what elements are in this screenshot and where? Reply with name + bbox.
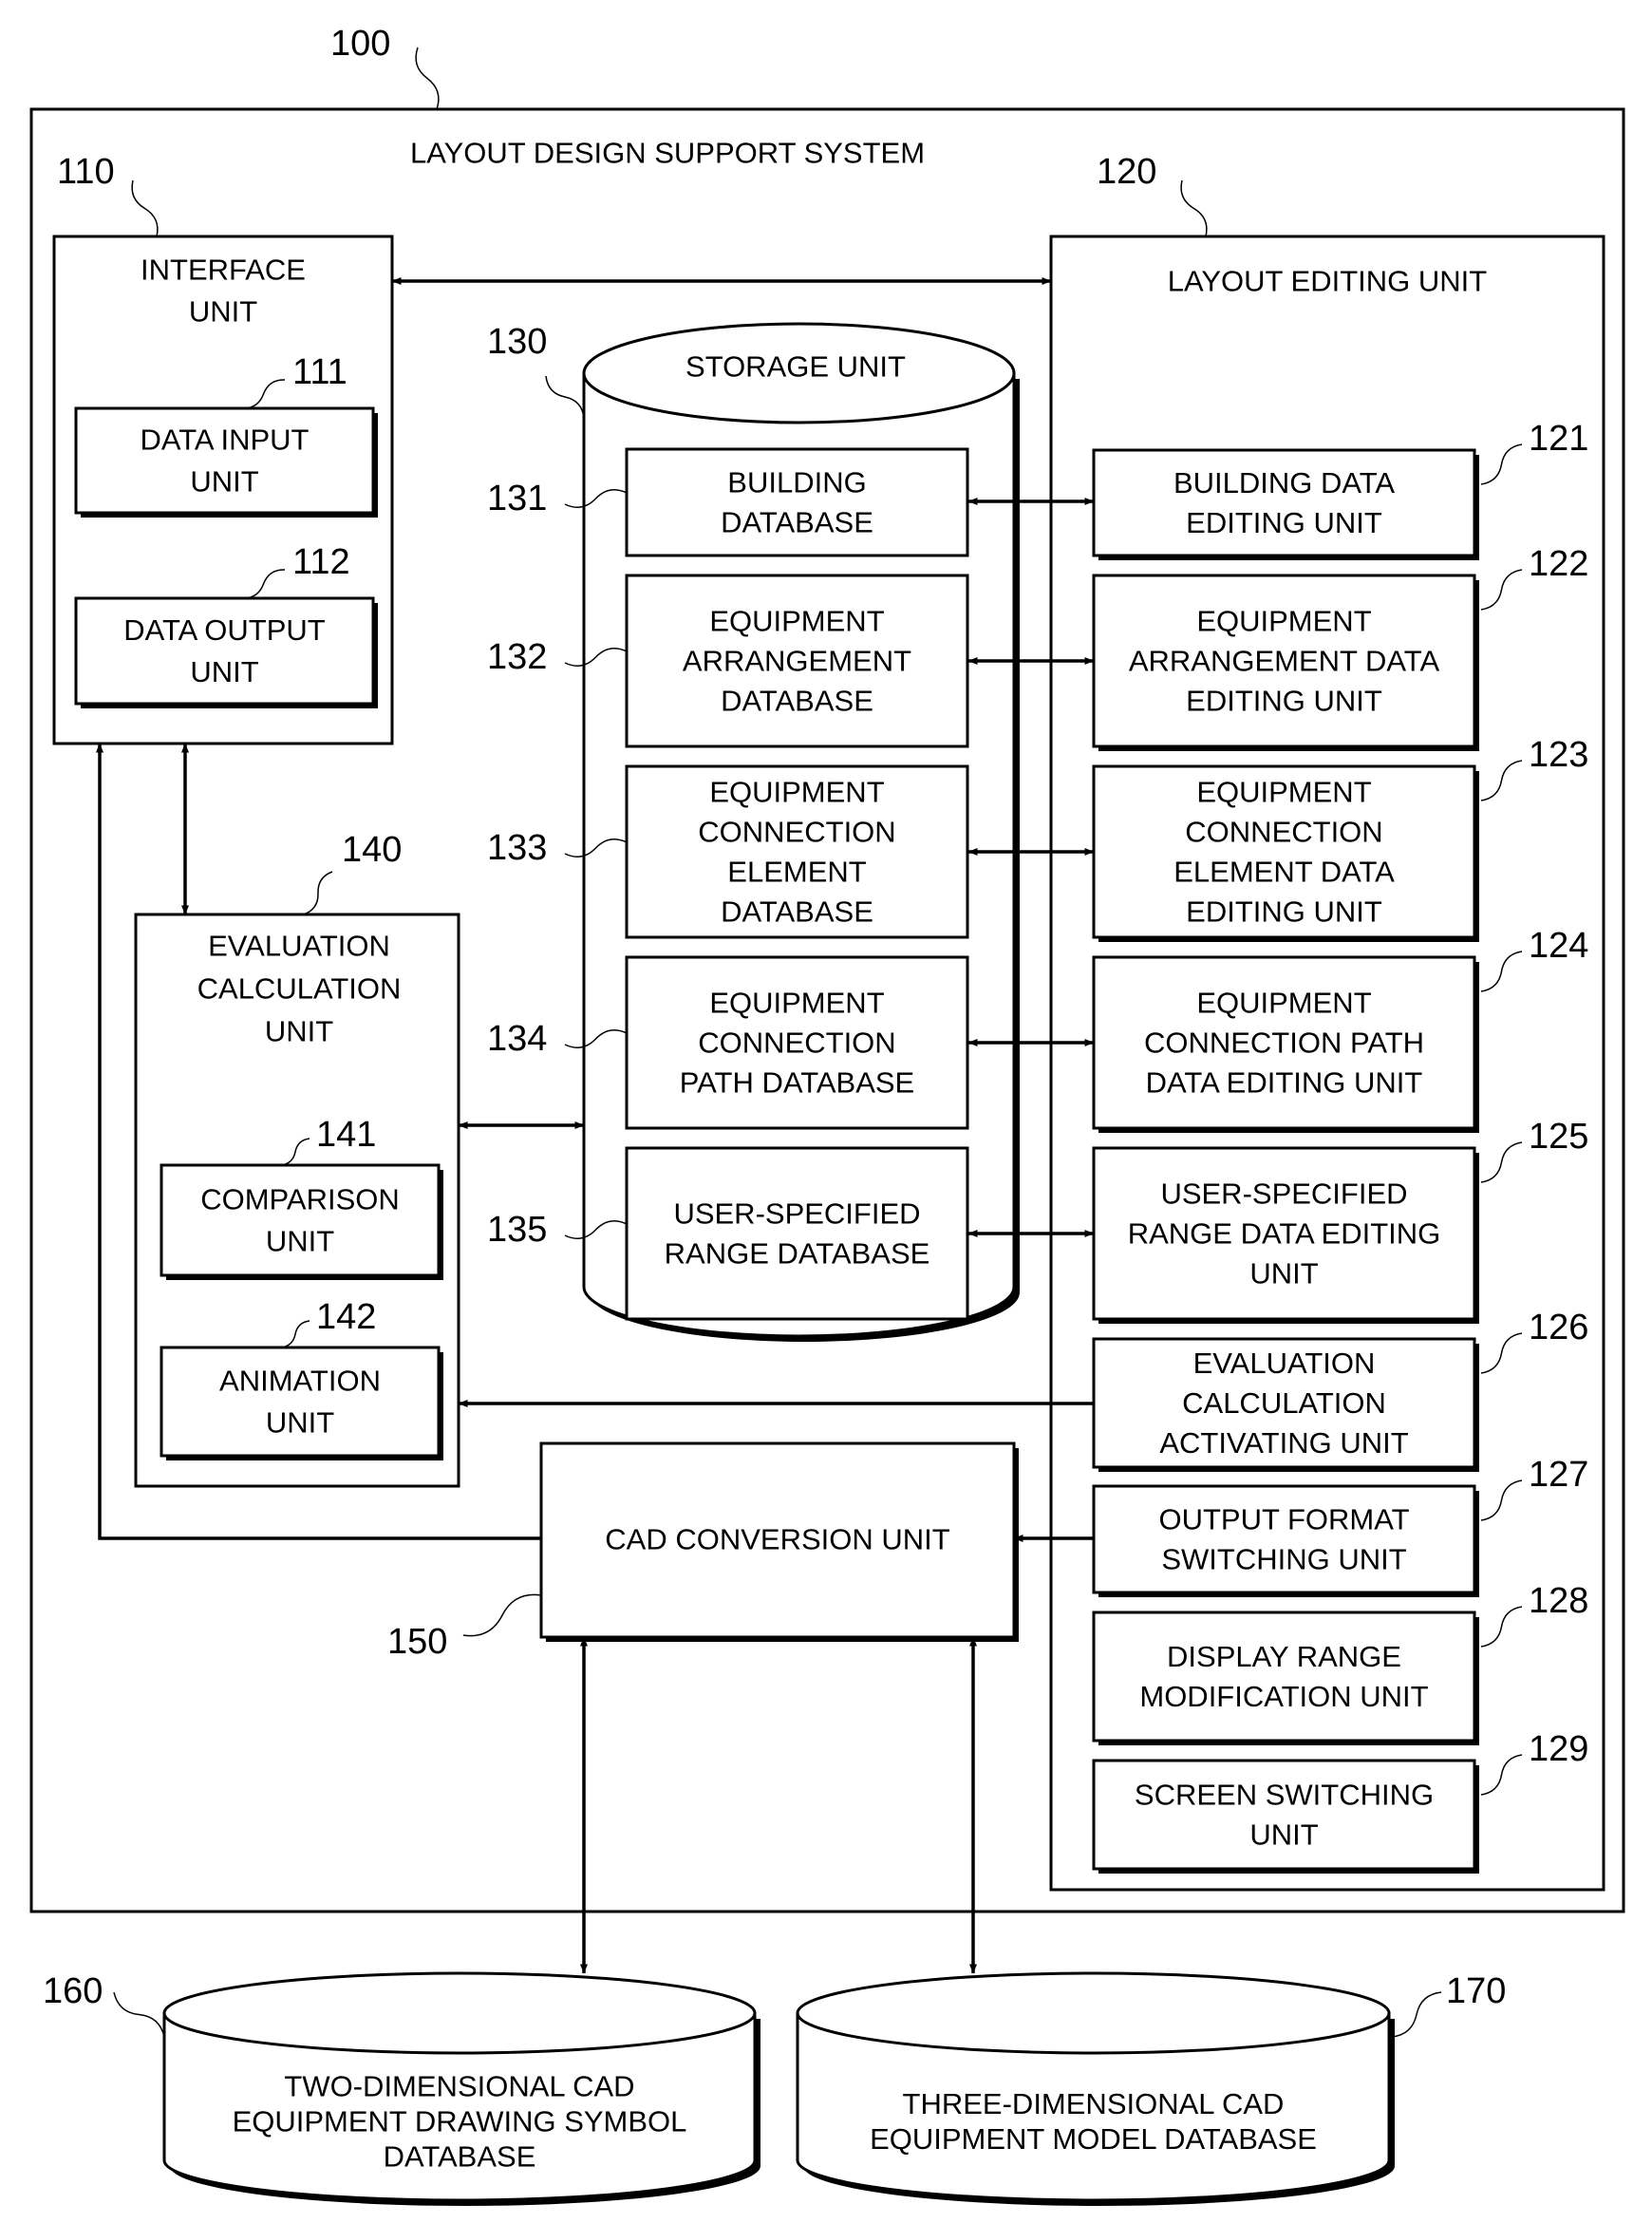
sub-unit-label: RANGE DATA EDITING [1128,1217,1441,1251]
sub-unit-label: EDITING UNIT [1186,685,1382,718]
sub-unit-label: BUILDING [727,466,866,499]
sub-unit-label: USER-SPECIFIED [1160,1177,1407,1211]
sub-unit-label: EDITING UNIT [1186,506,1382,539]
sub-unit-label: UNIT [266,1225,334,1258]
leader-line [113,1991,165,2038]
sub-unit-label: EQUIPMENT [1196,776,1371,809]
sub-unit-label: RANGE DATABASE [665,1237,930,1271]
interface-unit-title: UNIT [189,295,257,329]
database-label: DATABASE [384,2140,536,2174]
cylinder-top [796,1971,1391,2055]
sub-unit-label: CONNECTION PATH [1144,1027,1424,1060]
box-outline [625,1146,969,1321]
database-label: TWO-DIMENSIONAL CAD [284,2070,634,2103]
sub-unit-label: ARRANGEMENT [683,645,911,678]
box-outline [1092,1611,1476,1743]
sub-unit-label: UNIT [1249,1257,1318,1290]
sub-unit-label: SCREEN SWITCHING [1135,1779,1434,1812]
reference-numeral: 112 [292,542,350,582]
sub-unit-label: ANIMATION [219,1365,381,1398]
sub-unit-label: CONNECTION [1185,816,1382,849]
sub-unit-label: UNIT [190,465,258,499]
reference-numeral: 150 [387,1622,447,1662]
reference-numeral: 170 [1446,1971,1506,2011]
system-title: LAYOUT DESIGN SUPPORT SYSTEM [410,137,925,170]
reference-numeral: 125 [1529,1117,1588,1157]
sub-unit-label: EQUIPMENT [1196,605,1371,638]
leader-line [415,47,440,110]
reference-numeral: 100 [330,24,390,64]
reference-numeral: 111 [292,352,347,392]
reference-numeral: 129 [1529,1729,1588,1769]
reference-numeral: 133 [487,828,547,868]
reference-numeral: 127 [1529,1455,1588,1495]
box-outline [160,1163,441,1277]
reference-numeral: 110 [57,152,115,192]
database-label: EQUIPMENT DRAWING SYMBOL [233,2105,687,2138]
layout-editing-sub-128 [1092,1611,1479,1745]
interface-unit-title: INTERFACE [141,254,306,287]
sub-unit-label: ACTIVATING UNIT [1159,1426,1408,1460]
sub-unit-label: SWITCHING UNIT [1161,1543,1406,1576]
reference-numeral: 135 [487,1210,547,1250]
layout-editing-unit-title: LAYOUT EDITING UNIT [1168,265,1488,298]
sub-unit-label: PATH DATABASE [680,1066,914,1100]
sub-unit-label: MODIFICATION UNIT [1139,1680,1428,1713]
sub-unit-label: EQUIPMENT [709,605,884,638]
reference-numeral: 130 [487,322,547,362]
sub-unit-label: USER-SPECIFIED [673,1197,920,1231]
reference-numeral: 123 [1529,735,1588,775]
sub-unit-label: ELEMENT DATA [1173,856,1395,889]
block-diagram: LAYOUT DESIGN SUPPORT SYSTEM 100 INTERFACE… [29,24,1625,2206]
sub-unit-label: UNIT [1249,1818,1318,1852]
evaluation-unit-title: UNIT [265,1015,333,1048]
evaluation-unit-title: EVALUATION [208,930,390,963]
reference-numeral: 141 [316,1115,376,1155]
sub-unit-label: EQUIPMENT [709,987,884,1020]
sub-unit-label: BUILDING DATA [1173,466,1395,499]
sub-unit-label: CONNECTION [698,1027,895,1060]
sub-unit-label: CONNECTION [698,816,895,849]
reference-numeral: 160 [43,1971,103,2011]
sub-unit-label: CALCULATION [1182,1386,1386,1420]
cad-conversion-label: CAD CONVERSION UNIT [605,1523,949,1556]
sub-unit-label: UNIT [190,655,258,688]
reference-numeral: 132 [487,637,547,677]
storage-sub-135 [625,1146,969,1321]
sub-unit-label: DISPLAY RANGE [1167,1640,1401,1673]
evaluation-unit-title: CALCULATION [197,972,402,1006]
database-label: EQUIPMENT MODEL DATABASE [870,2122,1317,2156]
storage-unit-title: STORAGE UNIT [685,350,906,384]
sub-unit-label: EQUIPMENT [709,776,884,809]
sub-unit-label: UNIT [266,1406,334,1440]
sub-unit-label: DATA OUTPUT [123,613,325,647]
sub-unit-label: DATABASE [721,685,873,718]
sub-unit-label: OUTPUT FORMAT [1158,1503,1409,1536]
reference-numeral: 122 [1529,544,1588,584]
reference-numeral: 134 [487,1019,547,1059]
leader-line [1391,1991,1442,2038]
reference-numeral: 120 [1097,152,1156,192]
reference-numeral: 126 [1529,1308,1588,1347]
sub-unit-label: ARRANGEMENT DATA [1129,645,1440,678]
cylinder-top [162,1971,757,2055]
box-outline [1092,1759,1476,1871]
sub-unit-label: COMPARISON [200,1183,400,1216]
sub-unit-label: DATA EDITING UNIT [1146,1066,1423,1100]
sub-unit-label: DATABASE [721,506,873,539]
sub-unit-label: DATA INPUT [141,424,310,457]
sub-unit-label: DATABASE [721,895,873,929]
reference-numeral: 140 [342,830,402,870]
reference-numeral: 128 [1529,1581,1588,1621]
sub-unit-label: ELEMENT [727,856,866,889]
sub-unit-label: EQUIPMENT [1196,987,1371,1020]
database-label: THREE-DIMENSIONAL CAD [903,2087,1285,2120]
reference-numeral: 124 [1529,926,1588,966]
sub-unit-label: EVALUATION [1193,1347,1376,1380]
sub-unit-label: EDITING UNIT [1186,895,1382,929]
reference-numeral: 121 [1529,419,1588,459]
reference-numeral: 142 [316,1297,376,1337]
reference-numeral: 131 [487,479,547,518]
